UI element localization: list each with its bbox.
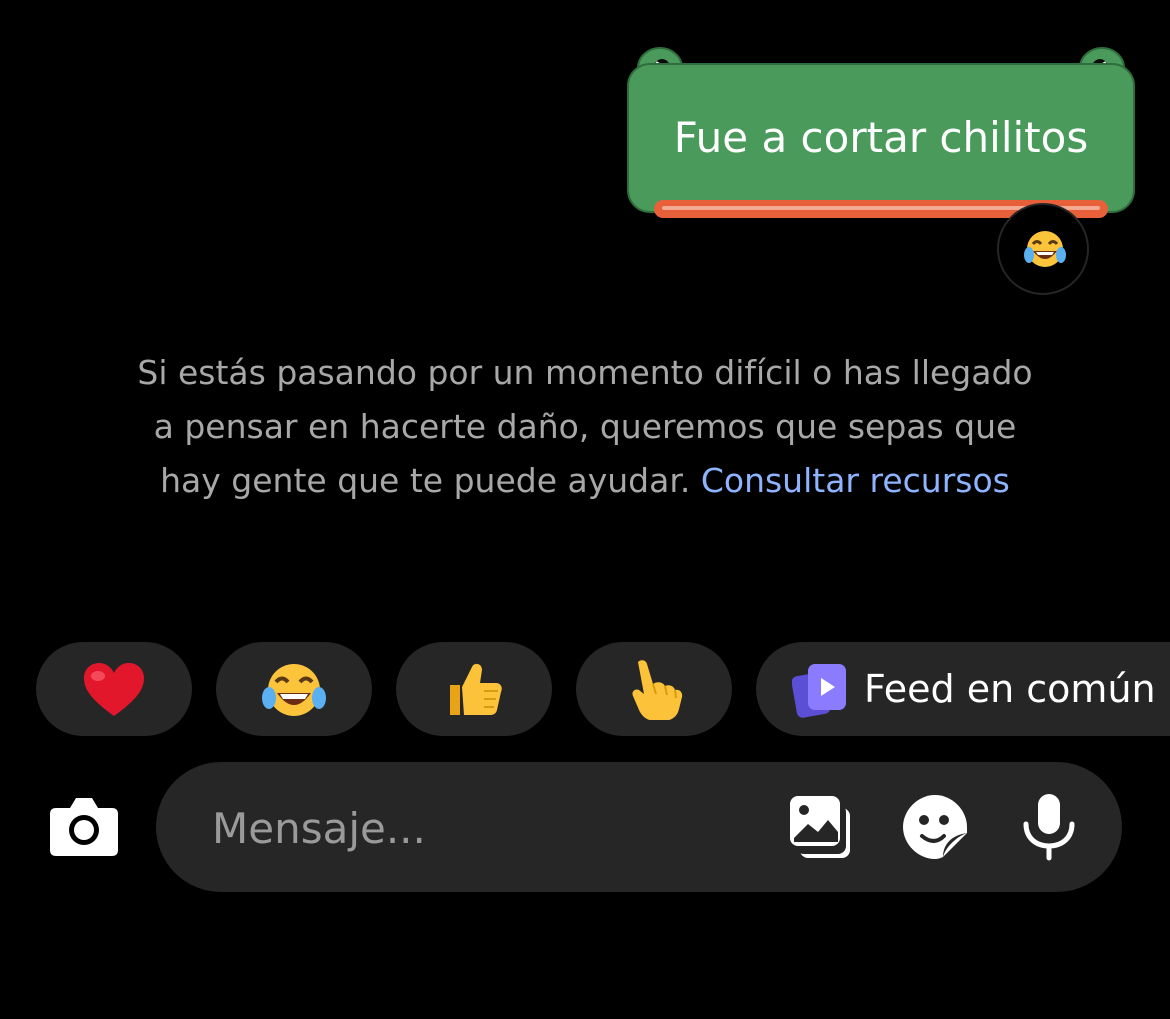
resources-link[interactable]: Consultar recursos — [701, 461, 1010, 500]
sticker-button[interactable] — [900, 792, 970, 862]
message-input[interactable] — [210, 797, 754, 859]
camera-icon — [50, 798, 118, 856]
red-heart-icon — [84, 663, 144, 716]
quick-reply-shared-feed[interactable]: Feed en común — [756, 642, 1170, 736]
quick-reply-thumbs-up[interactable] — [396, 642, 552, 736]
message-text: Fue a cortar chilitos — [673, 113, 1089, 162]
camera-button[interactable] — [48, 794, 120, 858]
safety-notice: Si estás pasando por un momento difícil … — [130, 346, 1040, 508]
face-with-tears-of-joy-icon — [262, 664, 326, 716]
message-composer — [156, 762, 1122, 892]
quick-reply-pointing-hand[interactable] — [576, 642, 732, 736]
microphone-button[interactable] — [1014, 792, 1084, 862]
feed-label: Feed en común — [864, 667, 1156, 711]
face-with-tears-of-joy-icon — [1024, 231, 1066, 267]
sent-message-bubble[interactable]: Fue a cortar chilitos — [626, 38, 1136, 222]
quick-reply-heart[interactable] — [36, 642, 192, 736]
pointing-hand-icon — [632, 660, 683, 720]
sticker-icon — [903, 795, 967, 859]
gallery-button[interactable] — [786, 792, 856, 862]
thumbs-up-icon — [450, 663, 502, 715]
gallery-icon — [790, 796, 850, 858]
microphone-icon — [1023, 794, 1075, 861]
feed-icon — [792, 664, 846, 718]
quick-reply-laugh[interactable] — [216, 642, 372, 736]
message-reaction-badge[interactable] — [997, 203, 1089, 295]
